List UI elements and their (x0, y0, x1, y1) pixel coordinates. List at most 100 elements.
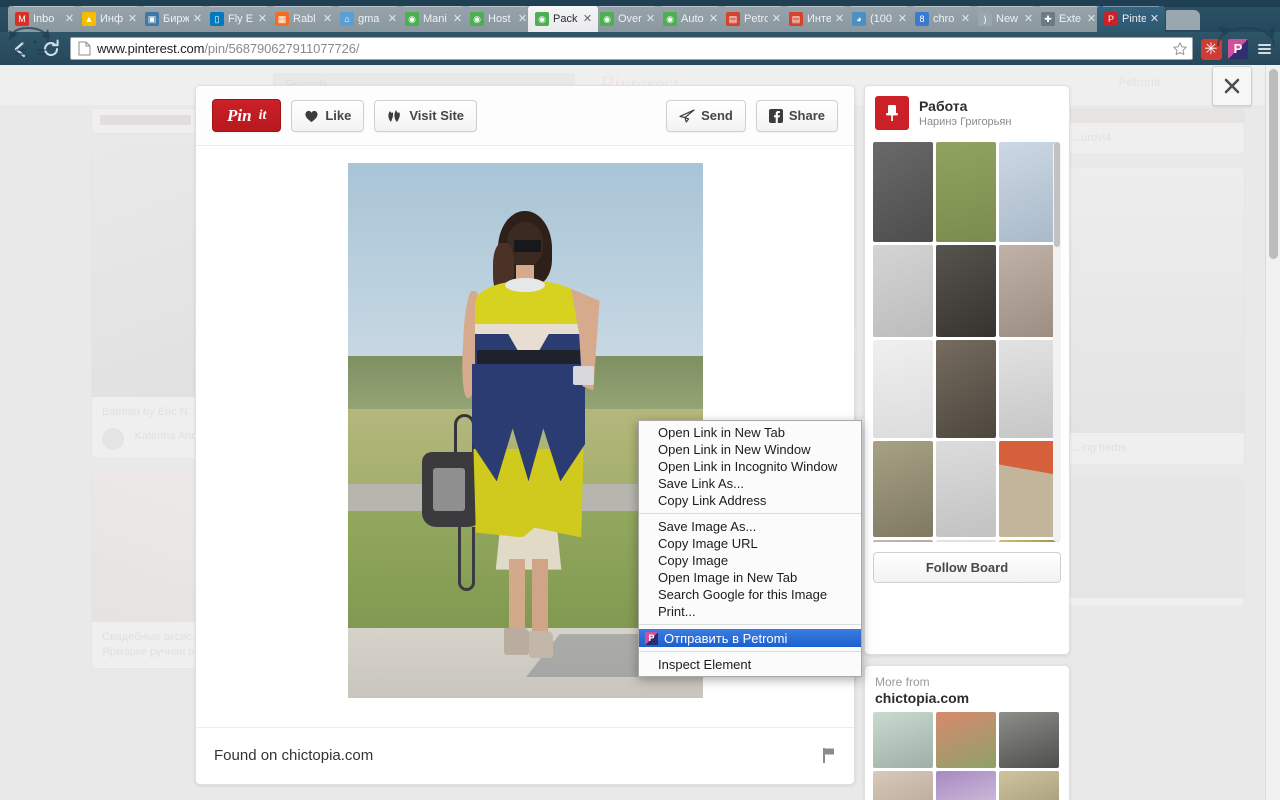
reload-icon (43, 39, 59, 56)
tab-host[interactable]: ◉ Host ✕ (463, 6, 533, 32)
tab-pinte[interactable]: P Pinte ✕ (1097, 6, 1165, 32)
page-scrollbar[interactable] (1265, 65, 1280, 800)
chrome-icon: ◉ (470, 12, 484, 26)
ctx-open-link-incognito[interactable]: Open Link in Incognito Window (639, 458, 861, 475)
flag-icon[interactable] (822, 747, 836, 764)
chrome-menu-button[interactable] (1253, 36, 1275, 62)
tab--[interactable]: ▤ Инте ✕ (782, 6, 850, 32)
board-thumb[interactable] (936, 340, 996, 438)
pin-it-button[interactable]: Pin it (212, 99, 282, 132)
tab-title: Pinte (1122, 13, 1146, 25)
board-thumb[interactable] (873, 340, 933, 438)
context-menu-group-link: Open Link in New Tab Open Link in New Wi… (639, 424, 861, 509)
tab-new[interactable]: ) New ✕ (971, 6, 1039, 32)
board-thumb[interactable] (999, 142, 1059, 242)
page-scrollbar-thumb[interactable] (1269, 69, 1278, 259)
heart-icon (305, 110, 318, 122)
tab-title: Petro (744, 13, 768, 25)
board-thumb[interactable] (999, 441, 1059, 537)
red-camera-icon: ▤ (726, 12, 740, 26)
share-button[interactable]: Share (755, 99, 838, 132)
close-modal-button[interactable] (1212, 66, 1252, 106)
board-thumb[interactable] (873, 142, 933, 242)
tab-auto[interactable]: ◉ Auto ✕ (656, 6, 724, 32)
house-icon: ⌂ (340, 12, 354, 26)
follow-board-button[interactable]: Follow Board (873, 552, 1061, 583)
more-from-label: More from (875, 675, 930, 689)
ctx-save-link-as[interactable]: Save Link As... (639, 475, 861, 492)
ctx-copy-image[interactable]: Copy Image (639, 552, 861, 569)
tab-title: Pack (553, 13, 578, 25)
ctx-save-image-as[interactable]: Save Image As... (639, 518, 861, 535)
more-thumb[interactable] (936, 771, 996, 800)
board-scrollbar[interactable] (1053, 142, 1061, 542)
bookmark-star-icon[interactable] (1172, 41, 1188, 57)
board-scrollbar-thumb[interactable] (1054, 142, 1060, 247)
tab-close-icon[interactable]: ✕ (1148, 13, 1161, 26)
ctx-print[interactable]: Print... (639, 603, 861, 620)
more-from-domain[interactable]: chictopia.com (865, 689, 1069, 712)
pushpin-icon (875, 96, 909, 130)
ctx-copy-image-url[interactable]: Copy Image URL (639, 535, 861, 552)
tab-fly-e[interactable]: ▯ Fly E ✕ (203, 6, 273, 32)
board-thumb[interactable] (936, 441, 996, 537)
board-thumb[interactable] (873, 540, 933, 542)
ctx-open-image-new-tab[interactable]: Open Image in New Tab (639, 569, 861, 586)
page-viewport: Search Pinterest Petromi Batman by Eric … (0, 65, 1280, 800)
more-thumb[interactable] (999, 712, 1059, 768)
board-thumb[interactable] (873, 245, 933, 337)
tab-exte[interactable]: ✚ Exte ✕ (1034, 6, 1102, 32)
tab--100[interactable]: ◕ (100 ✕ (845, 6, 913, 32)
asterisk-icon: ✳ (1200, 38, 1222, 60)
tab-petro[interactable]: ▤ Petro ✕ (719, 6, 787, 32)
tab-gma[interactable]: ⌂ gma ✕ (333, 6, 403, 32)
board-thumb[interactable] (999, 540, 1059, 542)
board-thumb[interactable] (999, 340, 1059, 438)
board-thumb[interactable] (873, 441, 933, 537)
page-document-icon (78, 41, 91, 56)
board-thumb[interactable] (999, 245, 1059, 337)
tab-over[interactable]: ◉ Over ✕ (593, 6, 661, 32)
petromi-extension-button[interactable]: P (1226, 37, 1250, 61)
tab-rabl[interactable]: ▦ Rabl ✕ (268, 6, 338, 32)
like-button[interactable]: Like (291, 99, 365, 132)
tab-inbo[interactable]: M Inbo ✕ (8, 6, 80, 32)
back-button[interactable] (8, 36, 34, 62)
more-thumb[interactable] (873, 771, 933, 800)
pin-action-bar: Pin it Like Visit Site Send Share (196, 86, 854, 146)
ctx-search-google-for-image[interactable]: Search Google for this Image (639, 586, 861, 603)
tab-mani[interactable]: ◉ Mani ✕ (398, 6, 468, 32)
board-thumb[interactable] (936, 245, 996, 337)
more-thumb[interactable] (999, 771, 1059, 800)
board-name[interactable]: Работа (919, 98, 1011, 114)
pinterest-icon: P (1104, 12, 1118, 26)
ctx-open-link-new-tab[interactable]: Open Link in New Tab (639, 424, 861, 441)
tab-pack[interactable]: ◉ Pack ✕ (528, 6, 598, 32)
send-button[interactable]: Send (666, 99, 746, 132)
more-thumb[interactable] (873, 712, 933, 768)
chrome-icon: ◉ (663, 12, 677, 26)
tab--[interactable]: ▣ Бирж ✕ (138, 6, 208, 32)
tab-chro[interactable]: 8 chro ✕ (908, 6, 976, 32)
visit-site-button[interactable]: Visit Site (374, 99, 478, 132)
reload-button[interactable] (38, 36, 64, 62)
ctx-copy-link-address[interactable]: Copy Link Address (639, 492, 861, 509)
more-thumb[interactable] (936, 712, 996, 768)
new-tab-button[interactable] (1166, 10, 1200, 30)
address-bar[interactable]: www.pinterest.com/pin/568790627911077726… (70, 37, 1193, 60)
ctx-send-to-petromi[interactable]: P Отправить в Petromi (639, 629, 861, 647)
tab--[interactable]: ▲ Инф ✕ (75, 6, 143, 32)
tab-title: Over (618, 13, 642, 25)
tab-title: Инф (100, 13, 124, 25)
tab-close-icon[interactable]: ✕ (581, 13, 594, 26)
chrome-icon: ◉ (405, 12, 419, 26)
browser-toolbar: www.pinterest.com/pin/568790627911077726… (0, 26, 1280, 65)
background-card (1062, 477, 1244, 606)
board-thumb[interactable] (936, 142, 996, 242)
ctx-open-link-new-window[interactable]: Open Link in New Window (639, 441, 861, 458)
board-thumb[interactable] (936, 540, 996, 542)
board-owner[interactable]: Наринэ Григорьян (919, 116, 1011, 128)
asterisk-extension-button[interactable]: ✳ (1199, 37, 1223, 61)
ctx-inspect-element[interactable]: Inspect Element (639, 656, 861, 673)
context-menu-separator (639, 624, 861, 625)
